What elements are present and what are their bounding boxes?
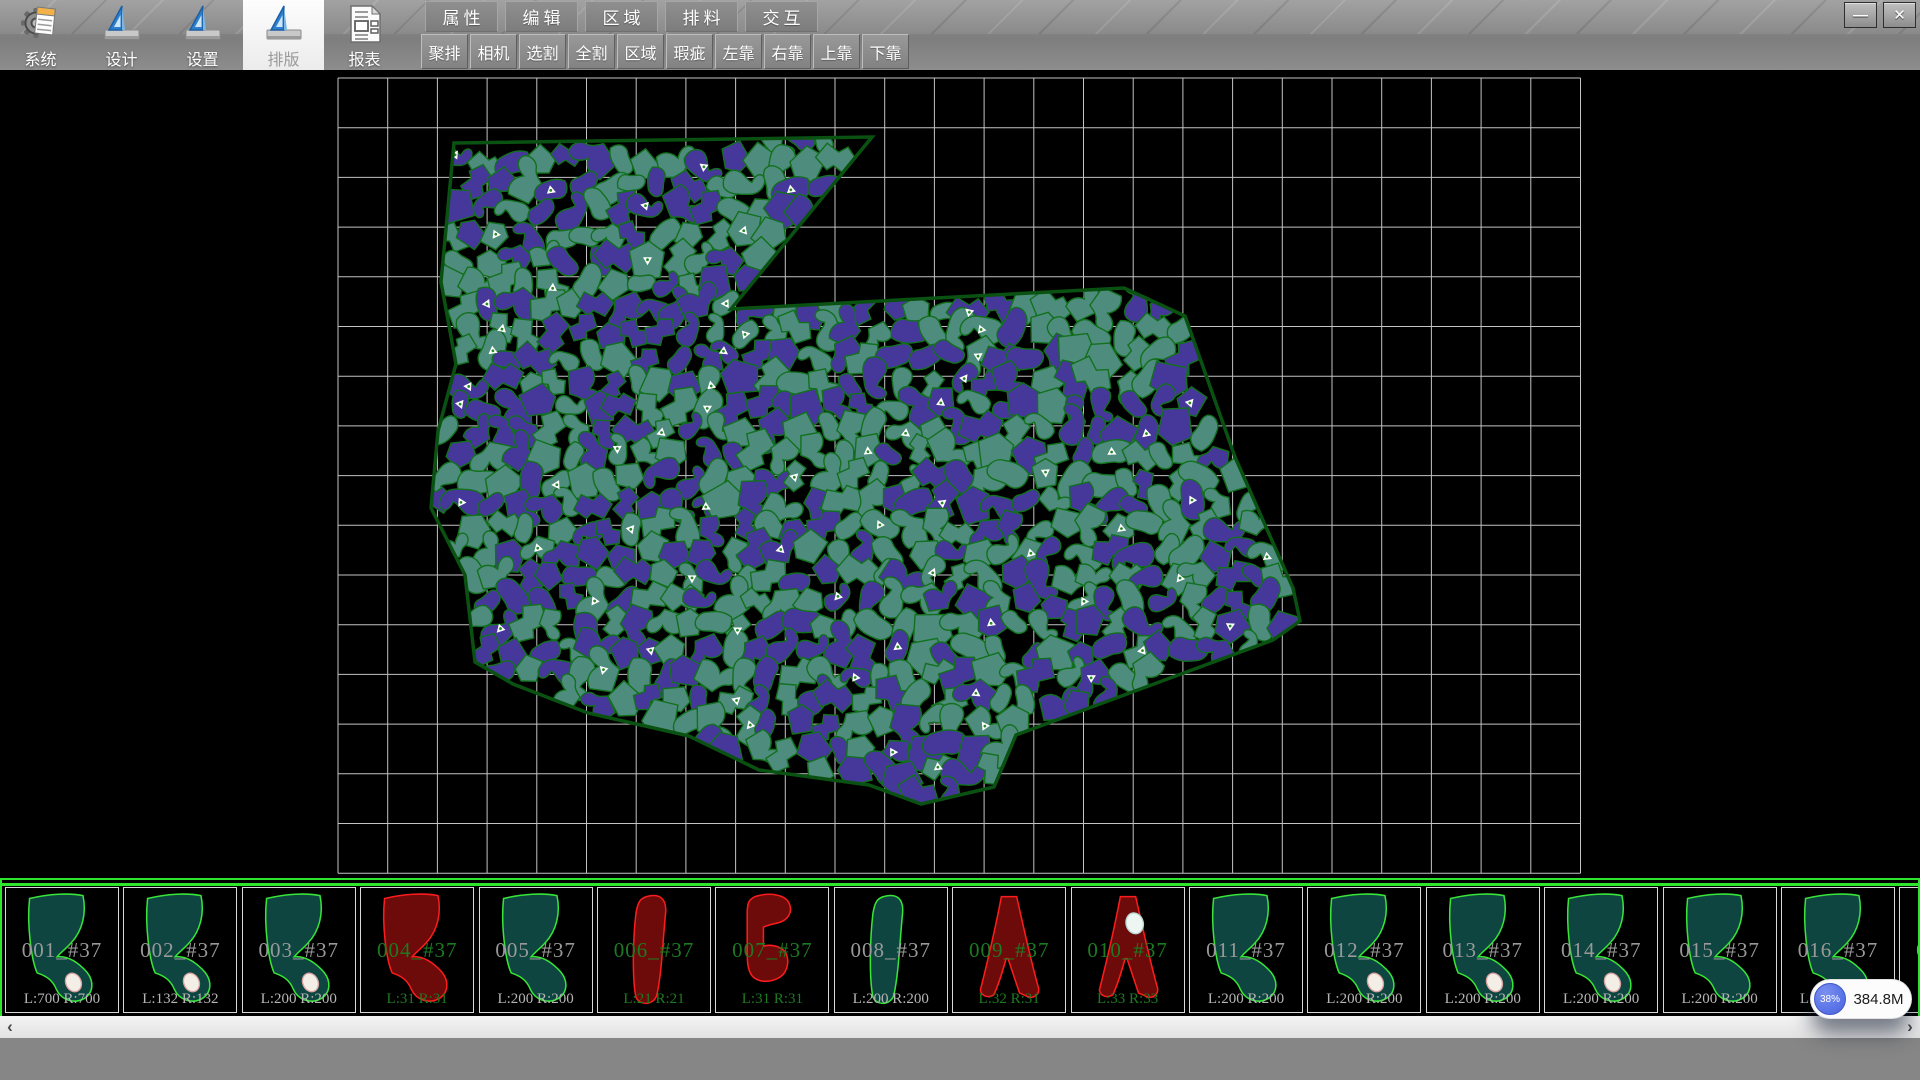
part-thumbnail-strip: 001_#37 L:700 R:700 002_#37 L:132 R:132 003_… bbox=[0, 878, 1920, 1016]
thumbnail-label: 008_#37 bbox=[835, 938, 947, 963]
nav-button-排版[interactable]: 排版 bbox=[243, 0, 324, 70]
tool-button-下靠[interactable]: 下靠 bbox=[862, 34, 909, 69]
application-window: 系统设计设置排版报表 属性编辑区域排料交互 聚排相机选割全割区域瑕疵左靠右靠上靠… bbox=[0, 0, 1920, 1080]
thumbnail-cell-010_#37[interactable]: 010_#37 L:33 R:33 bbox=[1071, 887, 1185, 1013]
tool-button-相机[interactable]: 相机 bbox=[470, 34, 517, 69]
tool-button-瑕疵[interactable]: 瑕疵 bbox=[666, 34, 713, 69]
nav-button-label: 设置 bbox=[186, 46, 218, 70]
thumbnail-label: 011_#37 bbox=[1190, 938, 1302, 963]
minimize-button[interactable]: — bbox=[1844, 2, 1877, 28]
strip-top-border bbox=[0, 878, 1920, 886]
menu-item-属性[interactable]: 属性 bbox=[425, 1, 498, 32]
thumbnail-label: 007_#37 bbox=[716, 938, 828, 963]
thumbnail-lr-count: L:33 R:33 bbox=[1072, 991, 1184, 1008]
memory-percent-indicator: 38% bbox=[1814, 983, 1846, 1015]
memory-usage-badge: 38% 384.8M bbox=[1811, 980, 1911, 1018]
nav-button-设置[interactable]: 设置 bbox=[162, 0, 243, 70]
thumbnail-label: 006_#37 bbox=[598, 938, 710, 963]
thumbnail-cell-012_#37[interactable]: 012_#37 L:200 R:200 bbox=[1307, 887, 1421, 1013]
window-controls: —✕ bbox=[1844, 2, 1916, 28]
close-icon: ✕ bbox=[1893, 6, 1906, 24]
menu-item-区域[interactable]: 区域 bbox=[585, 1, 658, 32]
thumbnail-cell-001_#37[interactable]: 001_#37 L:700 R:700 bbox=[5, 887, 119, 1013]
thumbnail-lr-count: L:700 R:700 bbox=[6, 991, 118, 1008]
thumbnail-lr-count: L:200 R:200 bbox=[480, 991, 592, 1008]
set-square-icon bbox=[181, 3, 225, 45]
report-icon bbox=[343, 3, 387, 45]
nesting-drawing bbox=[0, 70, 1920, 878]
thumbnail-label: 010_#37 bbox=[1072, 938, 1184, 963]
thumbnail-lr-count: L:31 R:31 bbox=[716, 991, 828, 1008]
tool-button-聚排[interactable]: 聚排 bbox=[421, 34, 468, 69]
minimize-icon: — bbox=[1853, 7, 1868, 24]
set-square-icon bbox=[100, 3, 144, 45]
thumbnail-cell-014_#37[interactable]: 014_#37 L:200 R:200 bbox=[1544, 887, 1658, 1013]
system-gear-icon bbox=[19, 3, 63, 45]
thumbnail-lr-count: L:21 R:21 bbox=[598, 991, 710, 1008]
thumbnail-cell-005_#37[interactable]: 005_#37 L:200 R:200 bbox=[479, 887, 593, 1013]
thumbnail-cell-011_#37[interactable]: 011_#37 L:200 R:200 bbox=[1189, 887, 1303, 1013]
thumbnail-cell-006_#37[interactable]: 006_#37 L:21 R:21 bbox=[597, 887, 711, 1013]
thumbnail-label: 016_#37 bbox=[1782, 938, 1894, 963]
menu-row: 属性编辑区域排料交互 bbox=[425, 1, 825, 33]
nested-parts bbox=[410, 118, 1302, 816]
menu-item-编辑[interactable]: 编辑 bbox=[505, 1, 578, 32]
thumbnail-label: 004_#37 bbox=[361, 938, 473, 963]
nav-button-label: 排版 bbox=[267, 46, 299, 70]
thumbnail-cell-015_#37[interactable]: 015_#37 L:200 R:200 bbox=[1663, 887, 1777, 1013]
scroll-left-arrow[interactable]: ‹ bbox=[0, 1016, 20, 1038]
memory-amount-label: 384.8M bbox=[1846, 991, 1911, 1008]
toolbar: 系统设计设置排版报表 属性编辑区域排料交互 聚排相机选割全割区域瑕疵左靠右靠上靠… bbox=[0, 0, 1920, 70]
tool-button-选割[interactable]: 选割 bbox=[519, 34, 566, 69]
menu-item-交互[interactable]: 交互 bbox=[745, 1, 818, 32]
thumbnail-cell-004_#37[interactable]: 004_#37 L:31 R:31 bbox=[360, 887, 474, 1013]
status-bar bbox=[0, 1038, 1920, 1080]
thumbnail-cell-013_#37[interactable]: 013_#37 L:200 R:200 bbox=[1426, 887, 1540, 1013]
thumbnail-lr-count: L:200 R:200 bbox=[243, 991, 355, 1008]
thumbnail-lr-count: L:200 R:200 bbox=[835, 991, 947, 1008]
thumbnail-cell-007_#37[interactable]: 007_#37 L:31 R:31 bbox=[715, 887, 829, 1013]
thumbnail-lr-count: L:200 R:200 bbox=[1308, 991, 1420, 1008]
tool-button-左靠[interactable]: 左靠 bbox=[715, 34, 762, 69]
thumbnail-cell-003_#37[interactable]: 003_#37 L:200 R:200 bbox=[242, 887, 356, 1013]
menu-item-排料[interactable]: 排料 bbox=[665, 1, 738, 32]
tool-button-上靠[interactable]: 上靠 bbox=[813, 34, 860, 69]
nav-button-label: 报表 bbox=[348, 46, 380, 70]
thumbnail-label: 014_#37 bbox=[1545, 938, 1657, 963]
tool-button-全割[interactable]: 全割 bbox=[568, 34, 615, 69]
nav-button-报表[interactable]: 报表 bbox=[324, 0, 405, 70]
thumbnail-lr-count: L:200 R:200 bbox=[1427, 991, 1539, 1008]
thumbnail-label: 012_#37 bbox=[1308, 938, 1420, 963]
nav-button-系统[interactable]: 系统 bbox=[0, 0, 81, 70]
tool-row: 聚排相机选割全割区域瑕疵左靠右靠上靠下靠 bbox=[421, 34, 911, 70]
set-square-icon bbox=[262, 3, 306, 45]
close-button[interactable]: ✕ bbox=[1883, 2, 1916, 28]
nav-button-label: 系统 bbox=[24, 46, 56, 70]
thumbnail-cell-002_#37[interactable]: 002_#37 L:132 R:132 bbox=[123, 887, 237, 1013]
horizontal-scrollbar[interactable]: ‹ › bbox=[0, 1016, 1920, 1038]
thumbnail-label: 013_#37 bbox=[1427, 938, 1539, 963]
thumbnail-label: 002_#37 bbox=[124, 938, 236, 963]
thumbnail-lr-count: L:200 R:200 bbox=[1190, 991, 1302, 1008]
nesting-canvas[interactable] bbox=[0, 70, 1920, 878]
tool-button-右靠[interactable]: 右靠 bbox=[764, 34, 811, 69]
thumbnail-lr-count: L:200 R:200 bbox=[1664, 991, 1776, 1008]
thumbnail-label: 009_#37 bbox=[953, 938, 1065, 963]
thumbnail-lr-count: L:32 R:31 bbox=[953, 991, 1065, 1008]
thumbnail-label: 017_#37 bbox=[1900, 938, 1920, 963]
nav-button-row: 系统 设计 设置 排版 报表 bbox=[0, 0, 405, 70]
thumbnail-label: 005_#37 bbox=[480, 938, 592, 963]
thumbnail-label: 001_#37 bbox=[6, 938, 118, 963]
thumbnail-label: 015_#37 bbox=[1664, 938, 1776, 963]
nav-button-label: 设计 bbox=[105, 46, 137, 70]
thumbnail-lr-count: L:132 R:132 bbox=[124, 991, 236, 1008]
thumbnail-lr-count: L:200 R:200 bbox=[1545, 991, 1657, 1008]
thumbnail-cell-009_#37[interactable]: 009_#37 L:32 R:31 bbox=[952, 887, 1066, 1013]
tool-button-区域[interactable]: 区域 bbox=[617, 34, 664, 69]
thumbnail-cell-008_#37[interactable]: 008_#37 L:200 R:200 bbox=[834, 887, 948, 1013]
thumbnail-lr-count: L:31 R:31 bbox=[361, 991, 473, 1008]
scroll-right-arrow[interactable]: › bbox=[1900, 1016, 1920, 1038]
thumbnail-label: 003_#37 bbox=[243, 938, 355, 963]
nav-button-设计[interactable]: 设计 bbox=[81, 0, 162, 70]
